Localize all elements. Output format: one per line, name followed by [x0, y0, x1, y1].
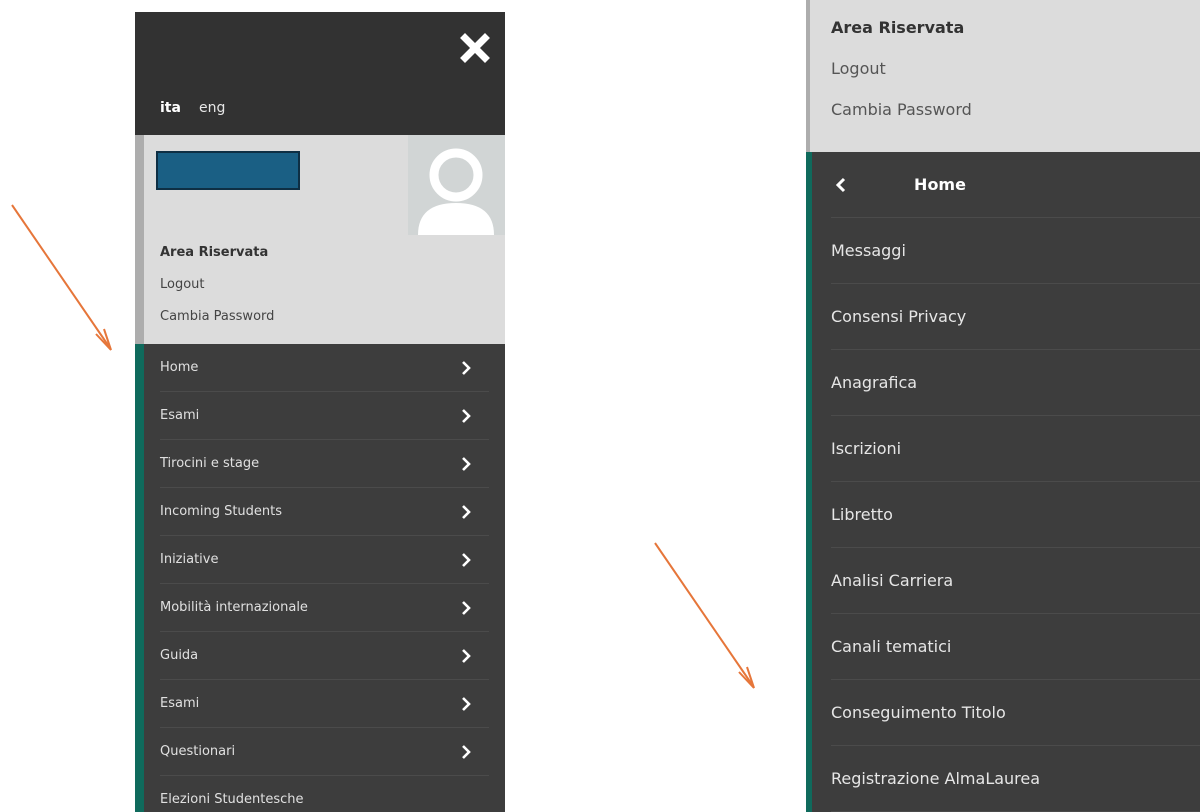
screenshot-canvas: ita eng Area Riservata Logout Cambia Pas… — [0, 0, 1200, 812]
annotation-arrow-left — [11, 204, 112, 351]
annotation-arrow-right — [654, 542, 755, 689]
annotation-arrows — [11, 204, 755, 689]
